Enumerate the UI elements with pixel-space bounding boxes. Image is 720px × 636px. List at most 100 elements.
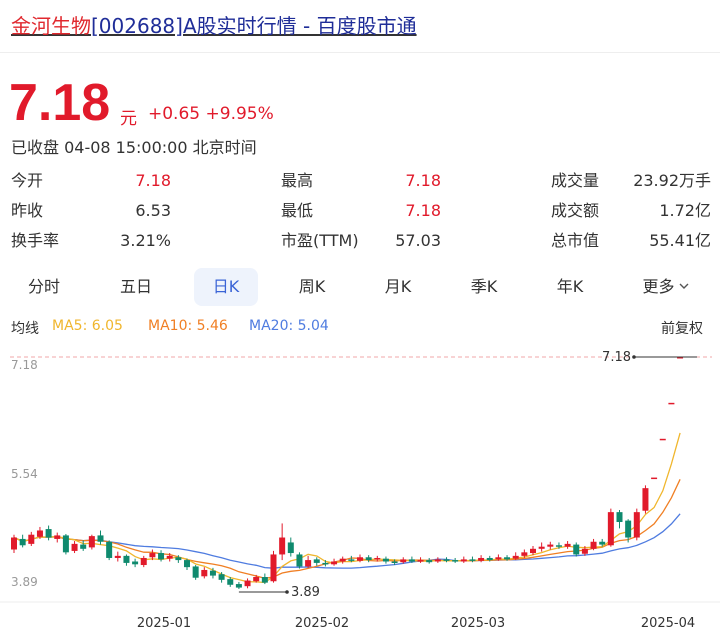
candle-body	[599, 541, 606, 545]
candle-body	[201, 569, 208, 577]
y-tick-label: 5.54	[11, 467, 38, 481]
candle-body	[625, 520, 632, 538]
candle-body	[581, 548, 588, 554]
candle-body	[564, 543, 571, 547]
stat-label: 今开	[11, 171, 44, 190]
candle-body	[339, 558, 346, 562]
tab-period[interactable]: 五日	[101, 268, 171, 306]
stat-value: 1.72亿	[659, 201, 711, 220]
stat-label: 成交量	[551, 171, 600, 190]
tab-label: 月K	[384, 277, 412, 296]
tab-period[interactable]: 周K	[277, 268, 347, 306]
candle-body	[80, 544, 87, 549]
low-price-marker-label: 3.89	[291, 585, 320, 600]
tab-period[interactable]: 月K	[363, 268, 433, 306]
x-tick-label: 2025-01	[137, 616, 191, 631]
tab-label: 季K	[470, 277, 498, 296]
candle-body	[452, 560, 459, 562]
tab-period[interactable]: 年K	[535, 268, 605, 306]
candle-body	[391, 561, 398, 563]
candle-body	[36, 530, 43, 537]
candle-body	[279, 537, 286, 555]
change-percent: +9.95%	[205, 104, 274, 124]
candle-body	[573, 544, 580, 555]
candle-body	[408, 559, 415, 562]
tab-label: 周K	[298, 277, 326, 296]
candle-body	[668, 402, 675, 405]
stat-value: 3.21%	[120, 231, 171, 250]
candle-body	[590, 541, 597, 549]
candle-body	[616, 512, 623, 523]
candle-body	[149, 553, 156, 558]
stat-value: 7.18	[405, 171, 441, 190]
tab-label: 五日	[119, 277, 152, 296]
tab-label: 年K	[556, 277, 584, 296]
candle-body	[478, 557, 485, 561]
candle-body	[322, 562, 329, 565]
stock-name[interactable]: 金河生物	[11, 14, 91, 38]
page-title-rest[interactable]: [002688]A股实时行情 - 百度股市通	[91, 14, 417, 38]
candle-body	[227, 579, 234, 585]
candle-body	[313, 559, 320, 563]
stat-value: 6.53	[135, 201, 171, 220]
y-tick-label: 7.18	[11, 358, 38, 372]
candle-body	[253, 577, 260, 582]
candle-body	[209, 570, 216, 576]
candle-body	[184, 560, 190, 568]
candle-body	[460, 559, 467, 562]
candle-body	[175, 557, 182, 561]
candle-body	[244, 580, 251, 587]
candle-body	[296, 554, 303, 567]
tab-period[interactable]: 分时	[9, 268, 79, 306]
chevron-down-icon	[679, 283, 688, 289]
candle-body	[382, 558, 389, 562]
x-tick-label: 2025-03	[451, 616, 505, 631]
tab-more[interactable]: 更多	[631, 268, 701, 306]
candle-body	[71, 543, 78, 551]
tab-period[interactable]: 季K	[449, 268, 519, 306]
tab-label: 分时	[27, 277, 60, 296]
candle-body	[400, 559, 407, 563]
stat-label: 最高	[281, 171, 314, 190]
y-tick-label: 3.89	[11, 575, 38, 589]
stat-value: 23.92万手	[633, 171, 711, 190]
page-title-link[interactable]: 金河生物[002688]A股实时行情 - 百度股市通	[11, 12, 417, 40]
ma10-value: MA10: 5.46	[148, 318, 228, 334]
low-price-dot	[285, 590, 289, 594]
adjust-mode-button[interactable]: 前复权	[661, 318, 703, 338]
candle-body	[166, 555, 173, 559]
stat-value: 7.18	[405, 201, 441, 220]
candle-body	[651, 477, 658, 480]
candle-body	[45, 529, 52, 538]
candle-body	[521, 552, 528, 556]
x-tick-label: 2025-02	[295, 616, 349, 631]
stat-value: 55.41亿	[649, 231, 711, 250]
candle-body	[469, 559, 476, 561]
candle-body	[659, 438, 666, 441]
candle-body	[132, 561, 139, 565]
tab-period[interactable]: 日K	[194, 268, 258, 306]
header-divider	[0, 52, 720, 53]
stat-label: 总市值	[551, 231, 600, 250]
candle-body	[538, 546, 545, 549]
price-change: +0.65 +9.95%	[148, 104, 274, 124]
candle-body	[512, 555, 519, 559]
ma-title: 均线	[11, 321, 39, 337]
candle-body	[486, 557, 493, 561]
kline-chart[interactable]: 7.18 5.54 3.89 2025-01 2025-02 2025-03 2025-04…	[0, 340, 720, 636]
tab-label: 更多	[642, 277, 675, 296]
current-price: 7.18	[9, 74, 111, 132]
candle-body	[140, 557, 147, 566]
last-price-marker-label: 7.18	[602, 350, 631, 365]
candle-body	[54, 535, 61, 539]
candle-body	[365, 557, 372, 561]
candle-body	[633, 512, 640, 538]
candle-body	[261, 577, 268, 583]
candle-body	[192, 566, 199, 578]
candle-body	[495, 557, 502, 560]
tab-label: 日K	[212, 277, 240, 296]
ma20-line	[13, 513, 681, 569]
period-tabs: 分时 五日 日K 周K 月K 季K 年K 更多	[0, 268, 720, 306]
last-price-dot	[632, 355, 636, 359]
candle-body	[357, 557, 363, 561]
